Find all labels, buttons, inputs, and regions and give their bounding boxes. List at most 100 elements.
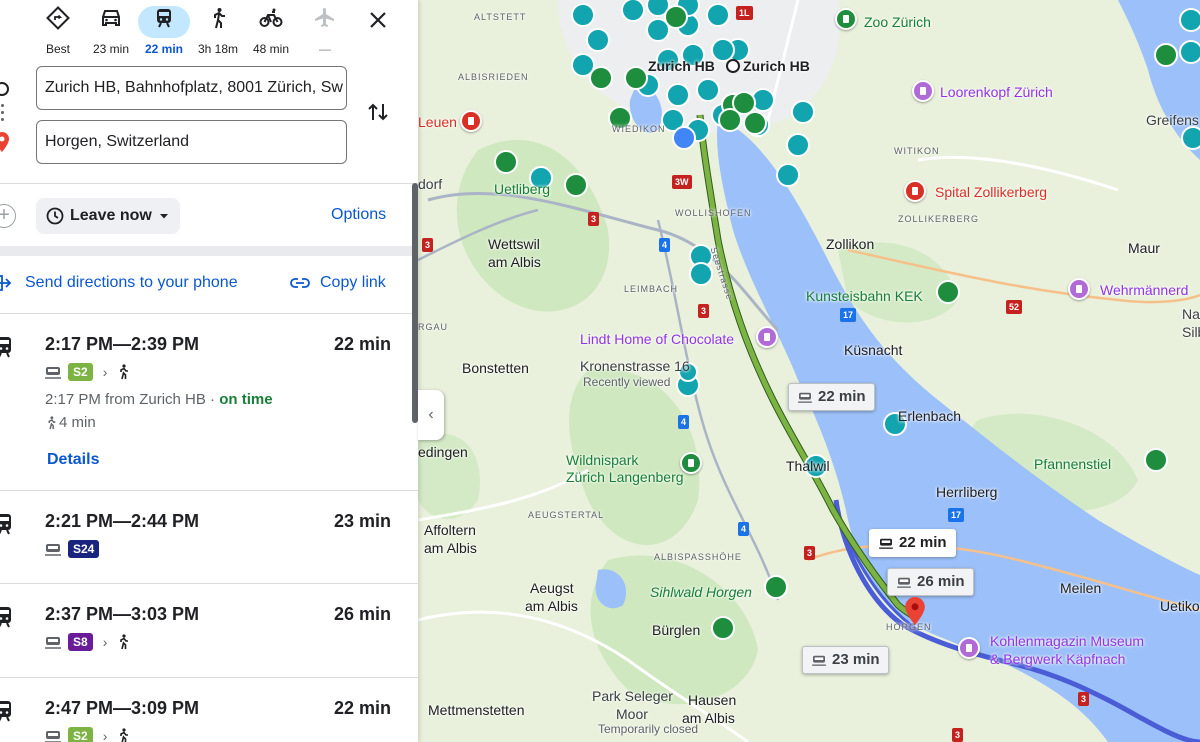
route-duration: 22 min — [333, 698, 391, 718]
zoo-paw-icon[interactable] — [835, 8, 857, 30]
route-time-label[interactable]: 26 min — [887, 568, 974, 596]
mode-driving-label: 23 min — [92, 42, 130, 56]
map-label-affoltern-2: am Albis — [424, 540, 477, 556]
tram-icon — [45, 367, 61, 379]
map-label-rgau: RGAU — [418, 322, 449, 332]
road-shield: 52 — [1006, 300, 1023, 314]
map-label-leuen[interactable]: Leuen — [418, 114, 457, 130]
options-link[interactable]: Options — [331, 206, 386, 224]
map-label-kohlen-2[interactable]: & Bergwerk Käpfnach — [990, 651, 1125, 667]
origin-circle-icon — [0, 82, 9, 96]
departure-info: 2:17 PM from Zurich HB · on time — [45, 391, 273, 408]
send-to-phone-icon — [0, 275, 12, 291]
mode-best-label: Best — [45, 42, 70, 56]
chevron-right-icon: › — [102, 634, 108, 650]
map-label-albispass: ALBISPASSHÖHE — [654, 552, 742, 562]
map-label-park-1[interactable]: Park Seleger — [592, 688, 673, 704]
route-option[interactable]: 2:17 PM—2:39 PM 22 min S2 › 2:17 PM from… — [0, 314, 418, 491]
map-label-spital[interactable]: Spital Zollikerberg — [935, 184, 1047, 200]
map-label-sihlwald[interactable]: Sihlwald Horgen — [650, 584, 752, 600]
road-shield: 3 — [952, 728, 964, 742]
road-shield: 3 — [698, 304, 710, 318]
route-inputs: Zurich HB, Bahnhofplatz, 8001 Zürich, Sw… — [0, 60, 418, 184]
map-canvas[interactable]: ALTSTETT Zoo Zürich Zurich HB Zurich HB … — [418, 0, 1200, 742]
details-link[interactable]: Details — [47, 451, 99, 469]
museum-camera-icon[interactable] — [958, 637, 980, 659]
on-time-status: on time — [219, 391, 273, 408]
route-option[interactable]: 2:47 PM—3:09 PM 22 min S2 › — [0, 678, 418, 742]
add-stop-button[interactable]: + — [0, 204, 16, 228]
route-time-label[interactable]: 23 min — [802, 646, 889, 674]
hotel-icon[interactable] — [460, 110, 482, 132]
tram-icon — [897, 577, 911, 588]
road-shield: 3 — [804, 546, 816, 560]
tram-icon — [45, 731, 61, 742]
map-label-zurich-hb-station[interactable]: Zurich HB — [648, 58, 715, 74]
airplane-icon — [299, 6, 351, 38]
map-label-lindt[interactable]: Lindt Home of Chocolate — [580, 331, 734, 347]
mode-best[interactable]: Best — [30, 2, 86, 56]
map-label-pfannenstiel[interactable]: Pfannenstiel — [1034, 456, 1111, 472]
chevron-left-icon: ‹ — [428, 406, 434, 423]
viewpoint-camera-icon[interactable] — [912, 80, 934, 102]
map-label-kohlen-1[interactable]: Kohlenmagazin Museum — [990, 633, 1144, 649]
route-option[interactable]: 2:21 PM—2:44 PM 23 min S24 — [0, 491, 418, 584]
mode-transit[interactable]: 22 min — [136, 2, 192, 56]
hospital-icon[interactable] — [904, 180, 926, 202]
route-time-text: 26 min — [917, 573, 965, 590]
wildlife-paw-icon[interactable] — [680, 452, 702, 474]
maps-app: Best 23 min 22 min 3h 18m 48 min — Zuric… — [0, 0, 1200, 742]
panel-scrollbar[interactable] — [412, 183, 418, 423]
map-label-wildnispark-1[interactable]: Wildnispark — [566, 452, 638, 468]
route-duration: 23 min — [333, 511, 391, 531]
directions-panel: Best 23 min 22 min 3h 18m 48 min — Zuric… — [0, 0, 418, 742]
origin-input[interactable]: Zurich HB, Bahnhofplatz, 8001 Zürich, Sw — [36, 66, 347, 110]
map-label-erlenbach: Erlenbach — [898, 408, 962, 424]
chocolate-shop-icon[interactable] — [756, 326, 778, 348]
swap-locations-button[interactable] — [364, 98, 392, 126]
map-label-silbe: Silbe — [1182, 324, 1200, 340]
map-label-zurich-hb[interactable]: Zurich HB — [743, 58, 810, 74]
map-label-loorenkopf[interactable]: Loorenkopf Zürich — [940, 84, 1053, 100]
route-duration: 26 min — [333, 604, 391, 624]
map-label-wehrmaenner[interactable]: Wehrmännerd — [1100, 282, 1188, 298]
mode-cycling-label: 48 min — [252, 42, 290, 56]
collapse-panel-button[interactable]: ‹ — [418, 390, 444, 440]
leave-now-label: Leave now — [70, 207, 152, 224]
map-label-buerglen: Bürglen — [652, 622, 701, 638]
mode-flights[interactable]: — — [297, 2, 353, 56]
tram-icon — [45, 637, 61, 649]
connector-dots-icon — [1, 104, 4, 122]
map-label-kek[interactable]: Kunsteisbahn KEK — [806, 288, 923, 304]
mode-cycling[interactable]: 48 min — [243, 2, 299, 56]
walking-icon — [120, 728, 129, 742]
destination-pin-icon — [0, 132, 9, 157]
road-shield: 4 — [738, 522, 750, 536]
tram-icon — [879, 538, 893, 549]
mode-driving[interactable]: 23 min — [83, 2, 139, 56]
close-directions-button[interactable] — [362, 4, 394, 36]
castle-icon[interactable] — [1068, 278, 1090, 300]
destination-marker-icon[interactable] — [905, 597, 925, 625]
map-label-wettswil: Wettswil — [488, 236, 540, 252]
route-time-label-selected[interactable]: 22 min — [869, 529, 956, 557]
map-label-maur: Maur — [1128, 240, 1160, 256]
route-time-label[interactable]: 22 min — [788, 383, 875, 411]
leave-now-dropdown[interactable]: Leave now — [36, 198, 180, 234]
mode-walking[interactable]: 3h 18m — [190, 2, 246, 56]
map-label-thalwil: Thalwil — [786, 458, 830, 474]
route-time-text: 22 min — [899, 534, 947, 551]
send-directions-link[interactable]: Send directions to your phone — [25, 274, 238, 292]
map-label-zoo[interactable]: Zoo Zürich — [864, 14, 931, 30]
map-label-altstetten: ALTSTETT — [474, 12, 527, 22]
train-icon — [0, 701, 11, 722]
destination-input[interactable]: Horgen, Switzerland — [36, 120, 347, 164]
route-option[interactable]: 2:37 PM—3:03 PM 26 min S8 › — [0, 584, 418, 678]
section-band — [0, 246, 418, 256]
map-label-wildnispark-2[interactable]: Zürich Langenberg — [566, 469, 684, 485]
copy-link-button[interactable]: Copy link — [320, 274, 386, 292]
map-label-park-2[interactable]: Moor — [616, 706, 648, 722]
map-label-uetliberg[interactable]: Uetliberg — [494, 181, 550, 197]
map-label-kronen[interactable]: Kronenstrasse 16 — [580, 358, 690, 374]
train-icon — [0, 337, 11, 358]
